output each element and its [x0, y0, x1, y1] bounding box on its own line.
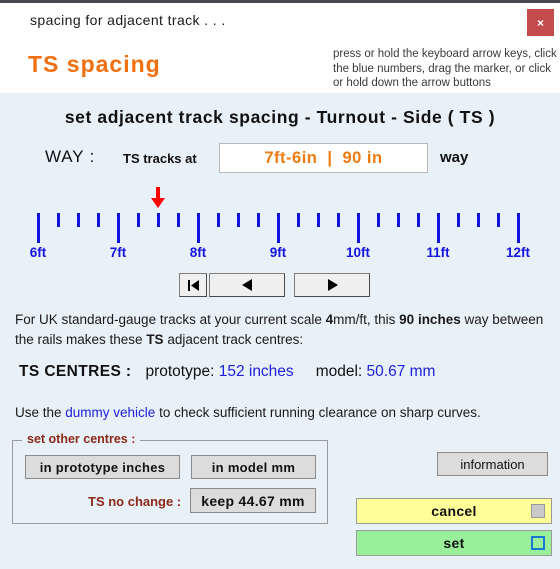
keep-current-button[interactable]: keep 44.67 mm	[190, 488, 316, 513]
ruler-tick-minor[interactable]	[57, 213, 60, 227]
ruler-tick-minor[interactable]	[177, 213, 180, 227]
ruler-tick-minor[interactable]	[397, 213, 400, 227]
decrease-button[interactable]	[209, 273, 285, 297]
no-change-label: TS no change :	[88, 494, 182, 509]
ruler-marker-icon[interactable]	[150, 187, 166, 209]
increase-button[interactable]	[294, 273, 370, 297]
ts-abbrev: TS	[146, 332, 164, 347]
section-heading: set adjacent track spacing - Turnout - S…	[64, 107, 496, 127]
way-sublabel: TS tracks at	[123, 151, 197, 166]
dummy-vehicle-link[interactable]: dummy vehicle	[65, 405, 155, 420]
usage-hint: press or hold the keyboard arrow keys, c…	[333, 48, 557, 89]
header-band: TS spacing press or hold the keyboard ar…	[0, 39, 560, 93]
scale-explanation: For UK standard-gauge tracks at your cur…	[15, 310, 550, 350]
way-inches-value: 90 inches	[399, 312, 461, 327]
ruler-tick-minor[interactable]	[377, 213, 380, 227]
ts-centres-label: TS CENTRES :	[19, 363, 132, 380]
close-icon[interactable]: ×	[527, 9, 554, 36]
cancel-button[interactable]: cancel	[356, 498, 552, 524]
window-title: spacing for adjacent track . . .	[30, 12, 226, 28]
set-button[interactable]: set	[356, 530, 552, 556]
information-button[interactable]: information	[437, 452, 548, 476]
ruler-tick-minor[interactable]	[97, 213, 100, 227]
model-label: model:	[315, 363, 363, 380]
ruler-tick-label[interactable]: 7ft	[110, 245, 127, 260]
nav-button-row	[179, 273, 370, 297]
page-title: TS spacing	[28, 51, 161, 77]
ruler-tick-minor[interactable]	[157, 213, 160, 227]
way-row: WAY : TS tracks at 7ft-6in | 90 in way	[0, 143, 560, 175]
dummy-vehicle-note-part1: Use the	[15, 405, 66, 420]
ruler-tick-major[interactable]	[517, 213, 520, 243]
model-value: 50.67 mm	[366, 363, 436, 380]
ruler-tick-minor[interactable]	[297, 213, 300, 227]
ruler-tick-minor[interactable]	[237, 213, 240, 227]
ruler-tick-minor[interactable]	[337, 213, 340, 227]
prototype-value: 152 inches	[218, 363, 294, 380]
ruler-tick-label[interactable]: 6ft	[30, 245, 47, 260]
ruler-tick-major[interactable]	[37, 213, 40, 243]
dummy-vehicle-note: Use the dummy vehicle to check sufficien…	[15, 403, 550, 423]
go-to-start-button[interactable]	[179, 273, 207, 297]
spacing-value-inches: 90 in	[342, 148, 383, 167]
ruler-tick-minor[interactable]	[497, 213, 500, 227]
ruler-tick-minor[interactable]	[477, 213, 480, 227]
scale-explanation-part2: mm/ft, this	[333, 312, 400, 327]
main-panel: set adjacent track spacing - Turnout - S…	[0, 95, 560, 569]
ruler-tick-minor[interactable]	[217, 213, 220, 227]
spacing-ruler[interactable]: 6ft 7ft 8ft 9ft 10ft 11ft 12ft	[0, 187, 560, 260]
set-chip-icon	[531, 536, 545, 550]
right-arrow-icon	[327, 279, 338, 291]
ruler-tick-minor[interactable]	[257, 213, 260, 227]
ruler-tick-label[interactable]: 8ft	[190, 245, 207, 260]
set-button-label: set	[443, 535, 465, 551]
scale-explanation-part1: For UK standard-gauge tracks at your cur…	[15, 312, 326, 327]
ruler-tick-major[interactable]	[277, 213, 280, 243]
ruler-tick-major[interactable]	[437, 213, 440, 243]
cancel-button-label: cancel	[431, 503, 477, 519]
ruler-tick-label[interactable]: 12ft	[506, 245, 530, 260]
dummy-vehicle-note-part2: to check sufficient running clearance on…	[155, 405, 481, 420]
ruler-tick-minor[interactable]	[417, 213, 420, 227]
ruler-tick-major[interactable]	[357, 213, 360, 243]
prototype-label: prototype:	[145, 363, 215, 380]
title-bar: spacing for adjacent track . . . ×	[0, 3, 560, 39]
spacing-value-separator: |	[327, 148, 333, 167]
ruler-tick-major[interactable]	[117, 213, 120, 243]
ts-centres-row: TS CENTRES : prototype: 152 inches model: …	[19, 363, 435, 381]
first-arrow-icon	[187, 279, 199, 291]
ruler-tick-minor[interactable]	[317, 213, 320, 227]
way-trailing-label: way	[440, 149, 469, 166]
left-arrow-icon	[241, 279, 252, 291]
ruler-tick-label[interactable]: 9ft	[270, 245, 287, 260]
cancel-chip-icon	[531, 504, 545, 518]
ruler-tick-minor[interactable]	[137, 213, 140, 227]
track-spacing-dialog: spacing for adjacent track . . . × TS sp…	[0, 0, 560, 569]
ruler-tick-minor[interactable]	[77, 213, 80, 227]
spacing-value-field[interactable]: 7ft-6in | 90 in	[219, 143, 428, 173]
scale-explanation-part4: adjacent track centres:	[163, 332, 304, 347]
ruler-tick-label[interactable]: 10ft	[346, 245, 370, 260]
ruler-tick-minor[interactable]	[457, 213, 460, 227]
ruler-tick-major[interactable]	[197, 213, 200, 243]
ruler-tick-label[interactable]: 11ft	[426, 245, 449, 260]
spacing-value-feet: 7ft-6in	[264, 148, 318, 167]
set-model-mm-button[interactable]: in model mm	[191, 455, 316, 479]
way-label: WAY :	[45, 147, 95, 166]
set-prototype-inches-button[interactable]: in prototype inches	[25, 455, 180, 479]
set-other-centres-legend: set other centres :	[22, 432, 141, 446]
